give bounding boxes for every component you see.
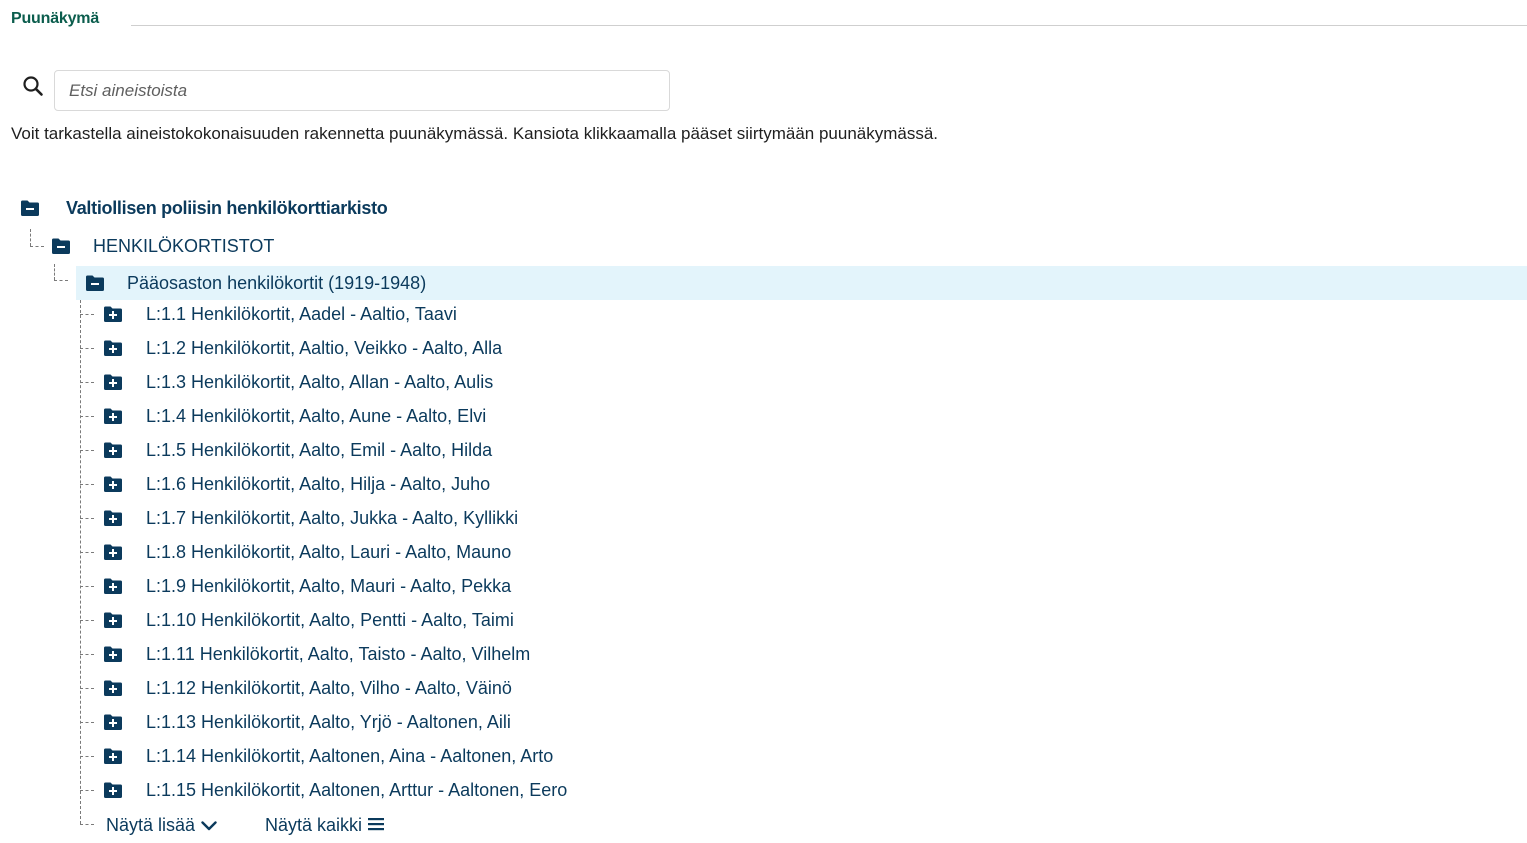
tree-node-label[interactable]: L:1.6 Henkilökortit, Aalto, Hilja - Aalt… (146, 474, 490, 495)
tree-node-label[interactable]: L:1.10 Henkilökortit, Aalto, Pentti - Aa… (146, 610, 514, 631)
tree-node-label[interactable]: Valtiollisen poliisin henkilökorttiarkis… (66, 198, 388, 219)
tree-node-child[interactable]: L:1.15 Henkilökortit, Aaltonen, Arttur -… (103, 773, 567, 807)
folder-plus-icon[interactable] (103, 645, 123, 663)
tree-connector (80, 450, 94, 451)
tree-node-child[interactable]: L:1.12 Henkilökortit, Aalto, Vilho - Aal… (103, 671, 512, 705)
tree-connector (80, 348, 94, 349)
tree-connector (80, 552, 94, 553)
tree-node-root[interactable]: Valtiollisen poliisin henkilökorttiarkis… (20, 191, 388, 225)
tree-node-henkilokortistot[interactable]: HENKILÖKORTISTOT (51, 229, 274, 263)
folder-plus-icon[interactable] (103, 679, 123, 697)
tree-connector (80, 824, 94, 825)
folder-minus-icon[interactable] (20, 199, 40, 217)
tree-node-label[interactable]: L:1.8 Henkilökortit, Aalto, Lauri - Aalt… (146, 542, 511, 563)
tree-connector (80, 790, 94, 791)
tree-node-child[interactable]: L:1.1 Henkilökortit, Aadel - Aaltio, Taa… (103, 297, 457, 331)
tree-connector (30, 229, 31, 246)
folder-plus-icon[interactable] (103, 305, 123, 323)
chevron-down-icon[interactable] (195, 815, 217, 836)
tree-connector (54, 264, 55, 280)
tree-node-child[interactable]: L:1.10 Henkilökortit, Aalto, Pentti - Aa… (103, 603, 514, 637)
tree-node-label[interactable]: L:1.1 Henkilökortit, Aadel - Aaltio, Taa… (146, 304, 457, 325)
show-more-label[interactable]: Näytä lisää (106, 815, 195, 836)
folder-plus-icon[interactable] (103, 747, 123, 765)
tree-connector (54, 280, 68, 281)
tree-node-child[interactable]: L:1.13 Henkilökortit, Aalto, Yrjö - Aalt… (103, 705, 511, 739)
tree-node-label[interactable]: L:1.13 Henkilökortit, Aalto, Yrjö - Aalt… (146, 712, 511, 733)
folder-minus-icon[interactable] (85, 274, 105, 292)
show-more-link[interactable]: Näytä lisää (106, 812, 217, 838)
tree-connector (80, 620, 94, 621)
tree-node-child[interactable]: L:1.7 Henkilökortit, Aalto, Jukka - Aalt… (103, 501, 518, 535)
folder-plus-icon[interactable] (103, 543, 123, 561)
tree-connector (30, 246, 44, 247)
tree-connector (80, 484, 94, 485)
tree-node-label[interactable]: HENKILÖKORTISTOT (93, 236, 274, 257)
tree-connector (80, 688, 94, 689)
folder-plus-icon[interactable] (103, 611, 123, 629)
tree-node-label[interactable]: L:1.15 Henkilökortit, Aaltonen, Arttur -… (146, 780, 567, 801)
folder-plus-icon[interactable] (103, 509, 123, 527)
tree-node-child[interactable]: L:1.5 Henkilökortit, Aalto, Emil - Aalto… (103, 433, 492, 467)
tree-node-label[interactable]: Pääosaston henkilökortit (1919-1948) (127, 273, 426, 294)
folder-plus-icon[interactable] (103, 373, 123, 391)
tree-connector (80, 518, 94, 519)
tree-node-child[interactable]: L:1.11 Henkilökortit, Aalto, Taisto - Aa… (103, 637, 530, 671)
tree-node-label[interactable]: L:1.11 Henkilökortit, Aalto, Taisto - Aa… (146, 644, 530, 665)
tree-node-child[interactable]: L:1.2 Henkilökortit, Aaltio, Veikko - Aa… (103, 331, 502, 365)
tree-connector (80, 300, 81, 824)
show-all-label[interactable]: Näytä kaikki (265, 815, 362, 836)
tree-node-label[interactable]: L:1.7 Henkilökortit, Aalto, Jukka - Aalt… (146, 508, 518, 529)
folder-plus-icon[interactable] (103, 407, 123, 425)
tree-connector (80, 756, 94, 757)
tree-node-label[interactable]: L:1.9 Henkilökortit, Aalto, Mauri - Aalt… (146, 576, 511, 597)
folder-plus-icon[interactable] (103, 441, 123, 459)
tree-node-label[interactable]: L:1.12 Henkilökortit, Aalto, Vilho - Aal… (146, 678, 512, 699)
tree-connector (80, 382, 94, 383)
tree-connector (80, 586, 94, 587)
tree-node-label[interactable]: L:1.2 Henkilökortit, Aaltio, Veikko - Aa… (146, 338, 502, 359)
folder-plus-icon[interactable] (103, 713, 123, 731)
tree-node-child[interactable]: L:1.14 Henkilökortit, Aaltonen, Aina - A… (103, 739, 553, 773)
tree-node-child[interactable]: L:1.9 Henkilökortit, Aalto, Mauri - Aalt… (103, 569, 511, 603)
folder-plus-icon[interactable] (103, 577, 123, 595)
folder-minus-icon[interactable] (51, 237, 71, 255)
folder-plus-icon[interactable] (103, 475, 123, 493)
tree-connector (80, 722, 94, 723)
folder-plus-icon[interactable] (103, 339, 123, 357)
tree-node-child[interactable]: L:1.4 Henkilökortit, Aalto, Aune - Aalto… (103, 399, 486, 433)
tree-node-child[interactable]: L:1.3 Henkilökortit, Aalto, Allan - Aalt… (103, 365, 493, 399)
show-all-link[interactable]: Näytä kaikki (265, 812, 385, 838)
tree-node-label[interactable]: L:1.5 Henkilökortit, Aalto, Emil - Aalto… (146, 440, 492, 461)
list-icon[interactable] (362, 815, 385, 836)
folder-plus-icon[interactable] (103, 781, 123, 799)
tree-node-child[interactable]: L:1.8 Henkilökortit, Aalto, Lauri - Aalt… (103, 535, 511, 569)
tree-view: Valtiollisen poliisin henkilökorttiarkis… (0, 0, 1527, 843)
tree-node-child[interactable]: L:1.6 Henkilökortit, Aalto, Hilja - Aalt… (103, 467, 490, 501)
tree-node-paaosasto[interactable]: Pääosaston henkilökortit (1919-1948) (85, 266, 426, 300)
tree-connector (80, 416, 94, 417)
tree-node-label[interactable]: L:1.4 Henkilökortit, Aalto, Aune - Aalto… (146, 406, 486, 427)
tree-connector (80, 314, 94, 315)
tree-node-label[interactable]: L:1.14 Henkilökortit, Aaltonen, Aina - A… (146, 746, 553, 767)
tree-node-label[interactable]: L:1.3 Henkilökortit, Aalto, Allan - Aalt… (146, 372, 493, 393)
tree-connector (80, 654, 94, 655)
